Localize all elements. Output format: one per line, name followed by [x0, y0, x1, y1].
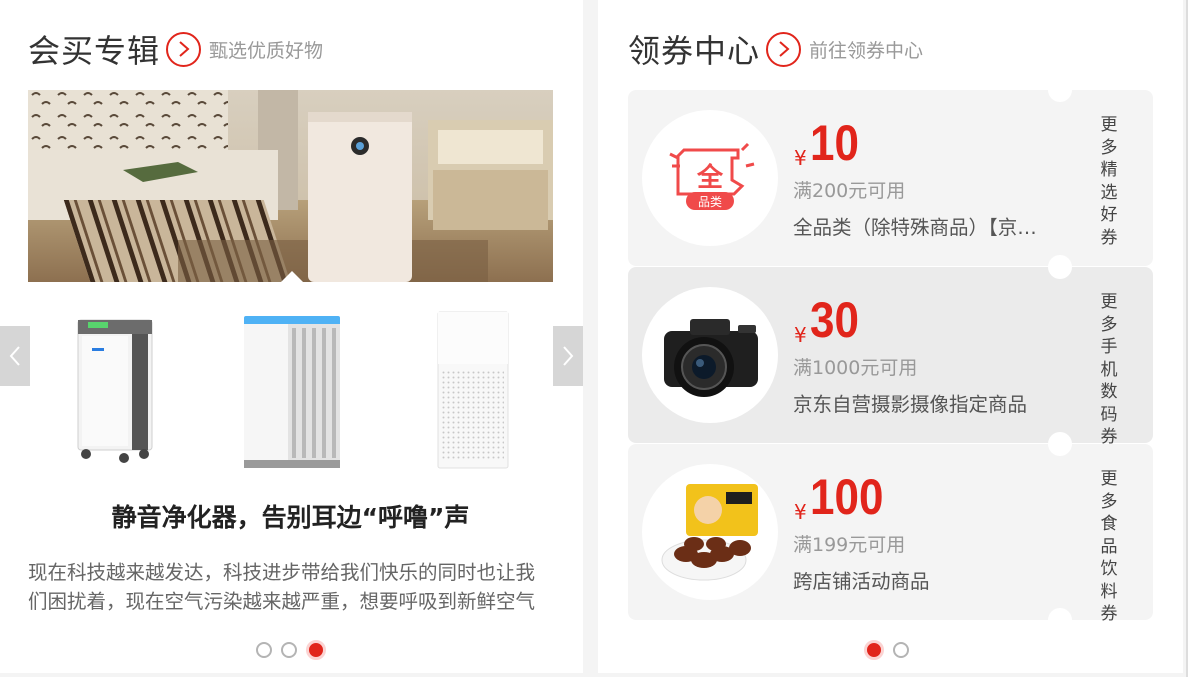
coupon-notch	[1048, 432, 1072, 456]
coupon-condition: 满199元可用	[793, 534, 906, 556]
coupon-card[interactable]: ¥ 100 满199元可用 跨店铺活动商品 更多食品饮料券	[628, 432, 1153, 632]
coupon-pagination	[864, 640, 909, 660]
coupon-amount: 100	[810, 469, 884, 525]
album-card-description: 现在科技越来越发达，科技进步带给我们快乐的同时也让我们困扰着，现在空气污染越来越…	[28, 561, 536, 613]
coupon-notch	[1048, 608, 1072, 632]
next-arrow-button[interactable]	[553, 326, 583, 386]
coupon-condition: 满1000元可用	[793, 357, 918, 379]
all-category-badge-icon: 全 品类	[642, 110, 778, 246]
album-panel: 会买专辑 甄选优质好物 静音净化器，告别耳边“呼噜”声 现在科技越来越发达，科技…	[0, 0, 583, 673]
coupon-card[interactable]: ¥ 30 满1000元可用 京东自营摄影摄像指定商品 更多手机数码券	[628, 255, 1153, 447]
svg-text:品类: 品类	[698, 195, 722, 209]
album-subtitle[interactable]: 甄选优质好物	[209, 36, 323, 63]
coupon-center-header[interactable]: 领券中心 前往领券中心	[628, 26, 923, 72]
coupon-notch	[1048, 255, 1072, 279]
snack-food-image	[642, 464, 778, 600]
chevron-right-icon[interactable]	[766, 31, 802, 67]
living-room-banner-image[interactable]	[28, 90, 553, 282]
product-purifier-white[interactable]	[436, 300, 510, 480]
album-title[interactable]: 会买专辑	[28, 26, 160, 72]
coupon-center-title[interactable]: 领券中心	[628, 26, 760, 72]
coupon-scope: 全品类（除特殊商品）【京东超市】	[793, 216, 1047, 239]
coupon-center-panel: 领券中心 前往领券中心 全 品类 ¥ 10 满200元可用 全品类（除特殊商品）…	[598, 0, 1183, 673]
coupon-currency: ¥	[794, 146, 807, 170]
chevron-right-icon[interactable]	[166, 31, 202, 67]
coupon-currency: ¥	[794, 323, 807, 347]
coupon-condition: 满200元可用	[793, 180, 906, 202]
pagination-dot-1[interactable]	[256, 642, 272, 658]
coupon-card[interactable]: 全 品类 ¥ 10 满200元可用 全品类（除特殊商品）【京东超市】 更多精选好…	[628, 78, 1153, 266]
coupon-amount: 30	[810, 292, 859, 348]
product-purifier-grille[interactable]	[242, 300, 342, 480]
album-card-title[interactable]: 静音净化器，告别耳边“呼噜”声	[28, 498, 553, 534]
product-purifier-tall[interactable]	[74, 300, 156, 480]
coupon-center-subtitle[interactable]: 前往领券中心	[809, 36, 923, 63]
prev-arrow-button[interactable]	[0, 326, 30, 386]
coupon-notch	[1048, 78, 1072, 102]
album-pagination	[256, 640, 326, 660]
svg-text:全: 全	[696, 162, 724, 193]
more-coupons-link[interactable]: 更多手机数码券	[1098, 291, 1120, 449]
pagination-dot-2[interactable]	[893, 642, 909, 658]
pagination-dot-3-active[interactable]	[306, 640, 326, 660]
banner-pointer	[281, 271, 303, 282]
coupon-scope: 跨店铺活动商品	[793, 570, 930, 593]
coupon-currency: ¥	[794, 500, 807, 524]
product-list	[28, 300, 553, 480]
pagination-dot-1-active[interactable]	[864, 640, 884, 660]
more-coupons-link[interactable]: 更多精选好券	[1098, 114, 1120, 249]
more-coupons-link[interactable]: 更多食品饮料券	[1098, 468, 1120, 626]
coupon-scope: 京东自营摄影摄像指定商品	[793, 393, 1028, 416]
album-header[interactable]: 会买专辑 甄选优质好物	[28, 26, 323, 72]
pagination-dot-2[interactable]	[281, 642, 297, 658]
coupon-amount: 10	[810, 115, 859, 171]
camera-image	[642, 287, 778, 423]
